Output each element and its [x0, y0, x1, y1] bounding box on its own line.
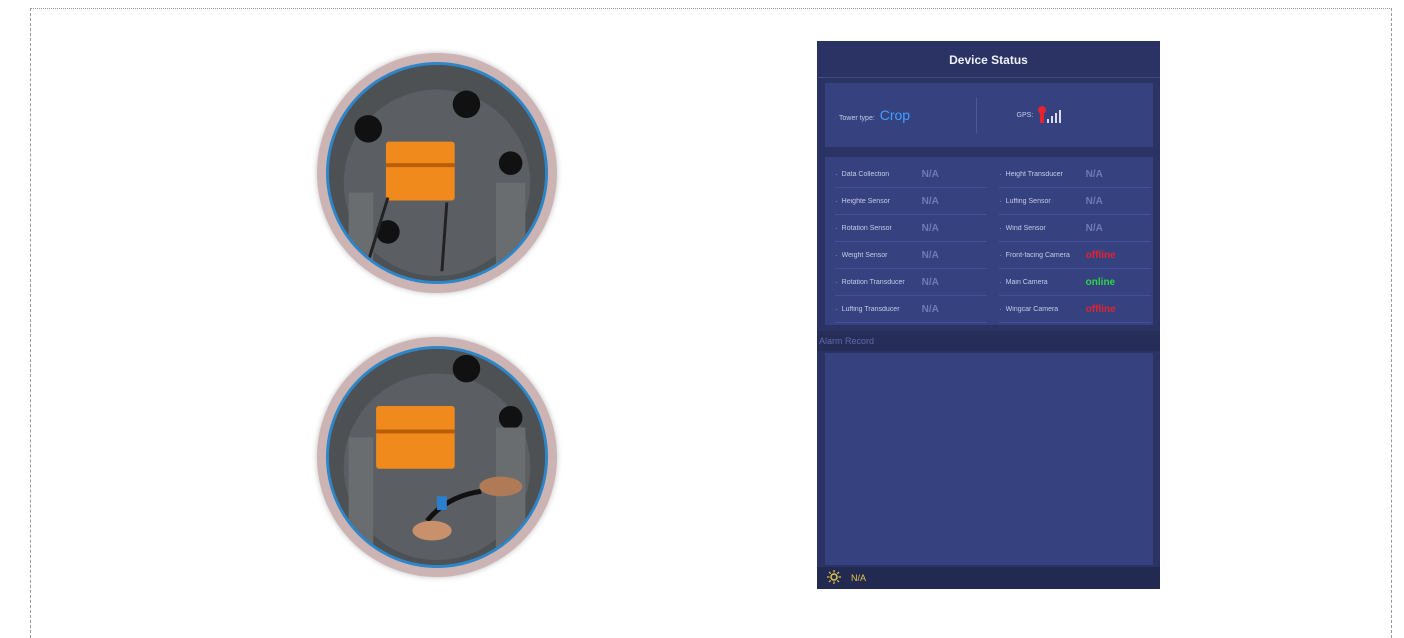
status-footer: N/A — [817, 567, 1160, 589]
sensor-box-photo — [317, 53, 557, 293]
sensor-label: Heighte Sensor — [841, 197, 890, 205]
sensor-label: Weight Sensor — [841, 251, 888, 259]
photo-icon — [329, 65, 545, 281]
bullet-icon: · — [835, 169, 838, 179]
sensor-row: · Rotation Sensor N/A — [835, 215, 987, 242]
sensor-value: N/A — [921, 303, 939, 315]
sensor-row: · Height Transducer N/A — [999, 161, 1151, 188]
sensor-label: Main Camera — [1005, 278, 1048, 286]
sensor-row: · Luffing Sensor N/A — [999, 188, 1151, 215]
sensor-label: Rotation Sensor — [841, 224, 892, 232]
sensor-value: offline — [1085, 249, 1116, 261]
bullet-icon: · — [999, 196, 1002, 206]
bullet-icon: · — [999, 304, 1002, 314]
connecting-cable-photo — [317, 337, 557, 577]
gps-status: GPS: — [977, 105, 1154, 125]
sensor-row: · Heighte Sensor N/A — [835, 188, 987, 215]
sensor-label: Data Collection — [841, 170, 890, 178]
sensor-label: Wingcar Camera — [1005, 305, 1059, 313]
sensor-value: N/A — [921, 222, 939, 234]
sensor-value: N/A — [1085, 222, 1103, 234]
sensor-status-card: · Data Collection N/A · Height Transducer N/A… — [825, 157, 1153, 325]
sensor-row: · Rotation Transducer N/A — [835, 269, 987, 296]
gps-signal-icon — [1037, 105, 1065, 125]
tower-type: Tower type: Crop — [825, 107, 976, 123]
sensor-label: Luffing Transducer — [841, 305, 900, 313]
sensor-value: N/A — [921, 249, 939, 261]
footer-value: N/A — [851, 573, 867, 583]
sensor-value: N/A — [1085, 195, 1103, 207]
sensor-label: Height Transducer — [1005, 170, 1063, 178]
tower-type-label: Tower type: — [839, 115, 875, 122]
bullet-icon: · — [999, 223, 1002, 233]
photo-icon — [329, 349, 545, 565]
bullet-icon: · — [835, 304, 838, 314]
sensor-value: N/A — [921, 168, 939, 180]
alarm-record-list — [825, 353, 1153, 565]
sensor-value: N/A — [921, 195, 939, 207]
sensor-value: online — [1085, 276, 1116, 288]
sensor-row: · Data Collection N/A — [835, 161, 987, 188]
panel-title: Device Status — [817, 41, 1160, 78]
sensor-row: · Wingcar Camera offline — [999, 296, 1151, 323]
dashed-frame — [30, 8, 1392, 638]
bullet-icon: · — [999, 277, 1002, 287]
sensor-row: · Luffing Transducer N/A — [835, 296, 987, 323]
sun-icon — [827, 570, 841, 586]
sensor-value: N/A — [921, 276, 939, 288]
bullet-icon: · — [835, 196, 838, 206]
bullet-icon: · — [999, 250, 1002, 260]
sensor-row: · Weight Sensor N/A — [835, 242, 987, 269]
tower-type-value: Crop — [879, 107, 911, 123]
sensor-value: offline — [1085, 303, 1116, 315]
bullet-icon: · — [835, 277, 838, 287]
sensor-label: Wind Sensor — [1005, 224, 1046, 232]
bullet-icon: · — [835, 223, 838, 233]
sensor-label: Front-facing Camera — [1005, 251, 1070, 259]
sensor-row: · Front-facing Camera offline — [999, 242, 1151, 269]
sensor-label: Rotation Transducer — [841, 278, 905, 286]
sensor-value: N/A — [1085, 168, 1103, 180]
alarm-record-title: Alarm Record — [817, 331, 1160, 351]
bullet-icon: · — [999, 169, 1002, 179]
gps-label: GPS: — [1016, 111, 1034, 119]
bullet-icon: · — [835, 250, 838, 260]
sensor-row: · Wind Sensor N/A — [999, 215, 1151, 242]
sensor-label: Luffing Sensor — [1005, 197, 1051, 205]
tower-info-card: Tower type: Crop GPS: — [825, 83, 1153, 147]
device-status-panel: Device Status Tower type: Crop GPS: · Dat… — [817, 41, 1160, 589]
sensor-row: · Main Camera online — [999, 269, 1151, 296]
